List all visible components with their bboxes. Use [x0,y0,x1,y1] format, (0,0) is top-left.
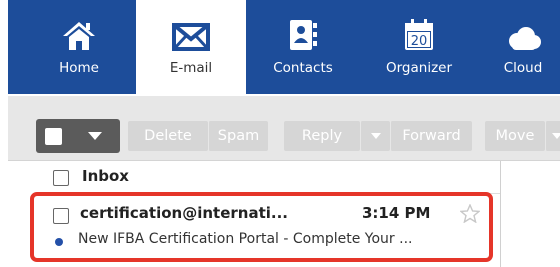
move-options-button[interactable] [545,121,560,151]
top-navigation: Home E-mail Contacts 20 Organizer Cloud [8,0,560,94]
nav-email-label: E-mail [169,60,213,76]
mail-toolbar: Delete Spam Reply Forward Move [8,96,560,161]
chevron-down-icon [552,133,560,139]
mail-select-checkbox[interactable] [53,208,69,224]
list-item[interactable]: certification@internati... 3:14 PM New I… [32,194,500,260]
folder-name: Inbox [82,167,129,185]
unread-indicator [55,238,63,246]
star-icon[interactable] [460,204,480,223]
nav-organizer[interactable]: 20 Organizer [364,0,474,94]
nav-cloud-label: Cloud [503,60,543,76]
contacts-icon [290,20,317,50]
nav-email[interactable]: E-mail [136,0,246,94]
nav-contacts-label: Contacts [273,60,333,76]
chevron-down-icon[interactable] [88,132,102,140]
calendar-day: 20 [410,34,428,49]
select-all-dropdown[interactable] [36,119,120,153]
forward-button[interactable]: Forward [390,121,472,151]
reading-pane [501,161,560,267]
home-icon [63,22,95,50]
reply-options-button[interactable] [360,121,390,151]
spam-button[interactable]: Spam [208,121,268,151]
chevron-down-icon [370,133,381,139]
nav-cloud[interactable]: Cloud [478,0,560,94]
nav-contacts[interactable]: Contacts [248,0,358,94]
select-all-checkbox[interactable] [45,128,62,145]
mail-list: Inbox certification@internati... 3:14 PM… [8,161,501,267]
mail-sender: certification@internati... [80,204,288,222]
nav-home-label: Home [59,60,99,76]
mail-subject: New IFBA Certification Portal - Complete… [78,231,413,247]
folder-select-checkbox[interactable] [53,170,69,186]
folder-header: Inbox [8,161,500,191]
nav-organizer-label: Organizer [385,60,453,76]
mail-time: 3:14 PM [362,204,431,222]
cloud-icon [509,27,541,50]
envelope-icon [172,23,210,51]
delete-button[interactable]: Delete [128,121,208,151]
nav-home[interactable]: Home [42,0,116,94]
move-button[interactable]: Move [485,121,545,151]
reply-button[interactable]: Reply [284,121,360,151]
